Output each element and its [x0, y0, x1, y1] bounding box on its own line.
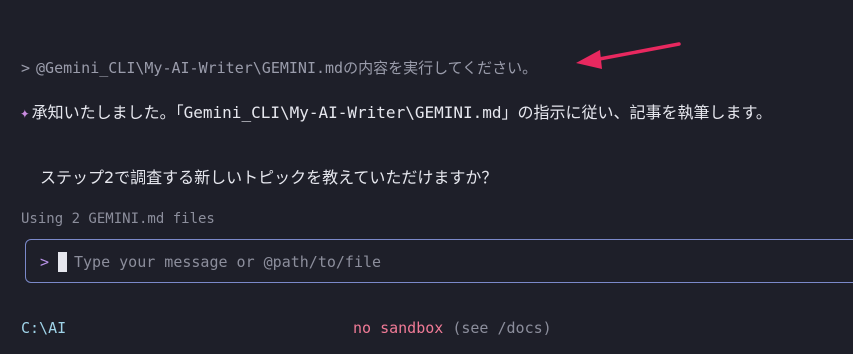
sandbox-status: no sandbox (see /docs)	[353, 319, 552, 337]
sparkle-icon: ✦	[20, 103, 30, 122]
user-message-line: > @Gemini_CLI\My-AI-Writer\GEMINI.mdの内容を実…	[21, 57, 537, 78]
user-prompt-symbol: >	[21, 59, 31, 77]
user-message-text: @Gemini_CLI\My-AI-Writer\GEMINI.mdの内容を実行…	[36, 59, 538, 77]
context-files-status: Using 2 GEMINI.md files	[21, 211, 215, 227]
terminal-window: > @Gemini_CLI\My-AI-Writer\GEMINI.mdの内容を実…	[0, 0, 853, 354]
text-cursor	[58, 252, 67, 272]
assistant-response-line: ✦ 承知いたしました。「Gemini_CLI\My-AI-Writer\GEMIN…	[20, 99, 772, 123]
sandbox-docs-hint: (see /docs)	[452, 319, 552, 337]
current-directory: C:\AI	[21, 319, 67, 337]
message-input[interactable]	[74, 250, 834, 274]
sandbox-status-text: no sandbox	[353, 319, 444, 337]
assistant-response-text: 承知いたしました。「Gemini_CLI\My-AI-Writer\GEMINI…	[31, 103, 772, 122]
red-arrow-icon	[576, 42, 681, 69]
assistant-question-text: ステップ2で調査する新しいトピックを教えていただけますか？	[40, 168, 498, 187]
message-input-box[interactable]: >	[25, 239, 853, 283]
input-prompt-symbol: >	[40, 253, 50, 271]
